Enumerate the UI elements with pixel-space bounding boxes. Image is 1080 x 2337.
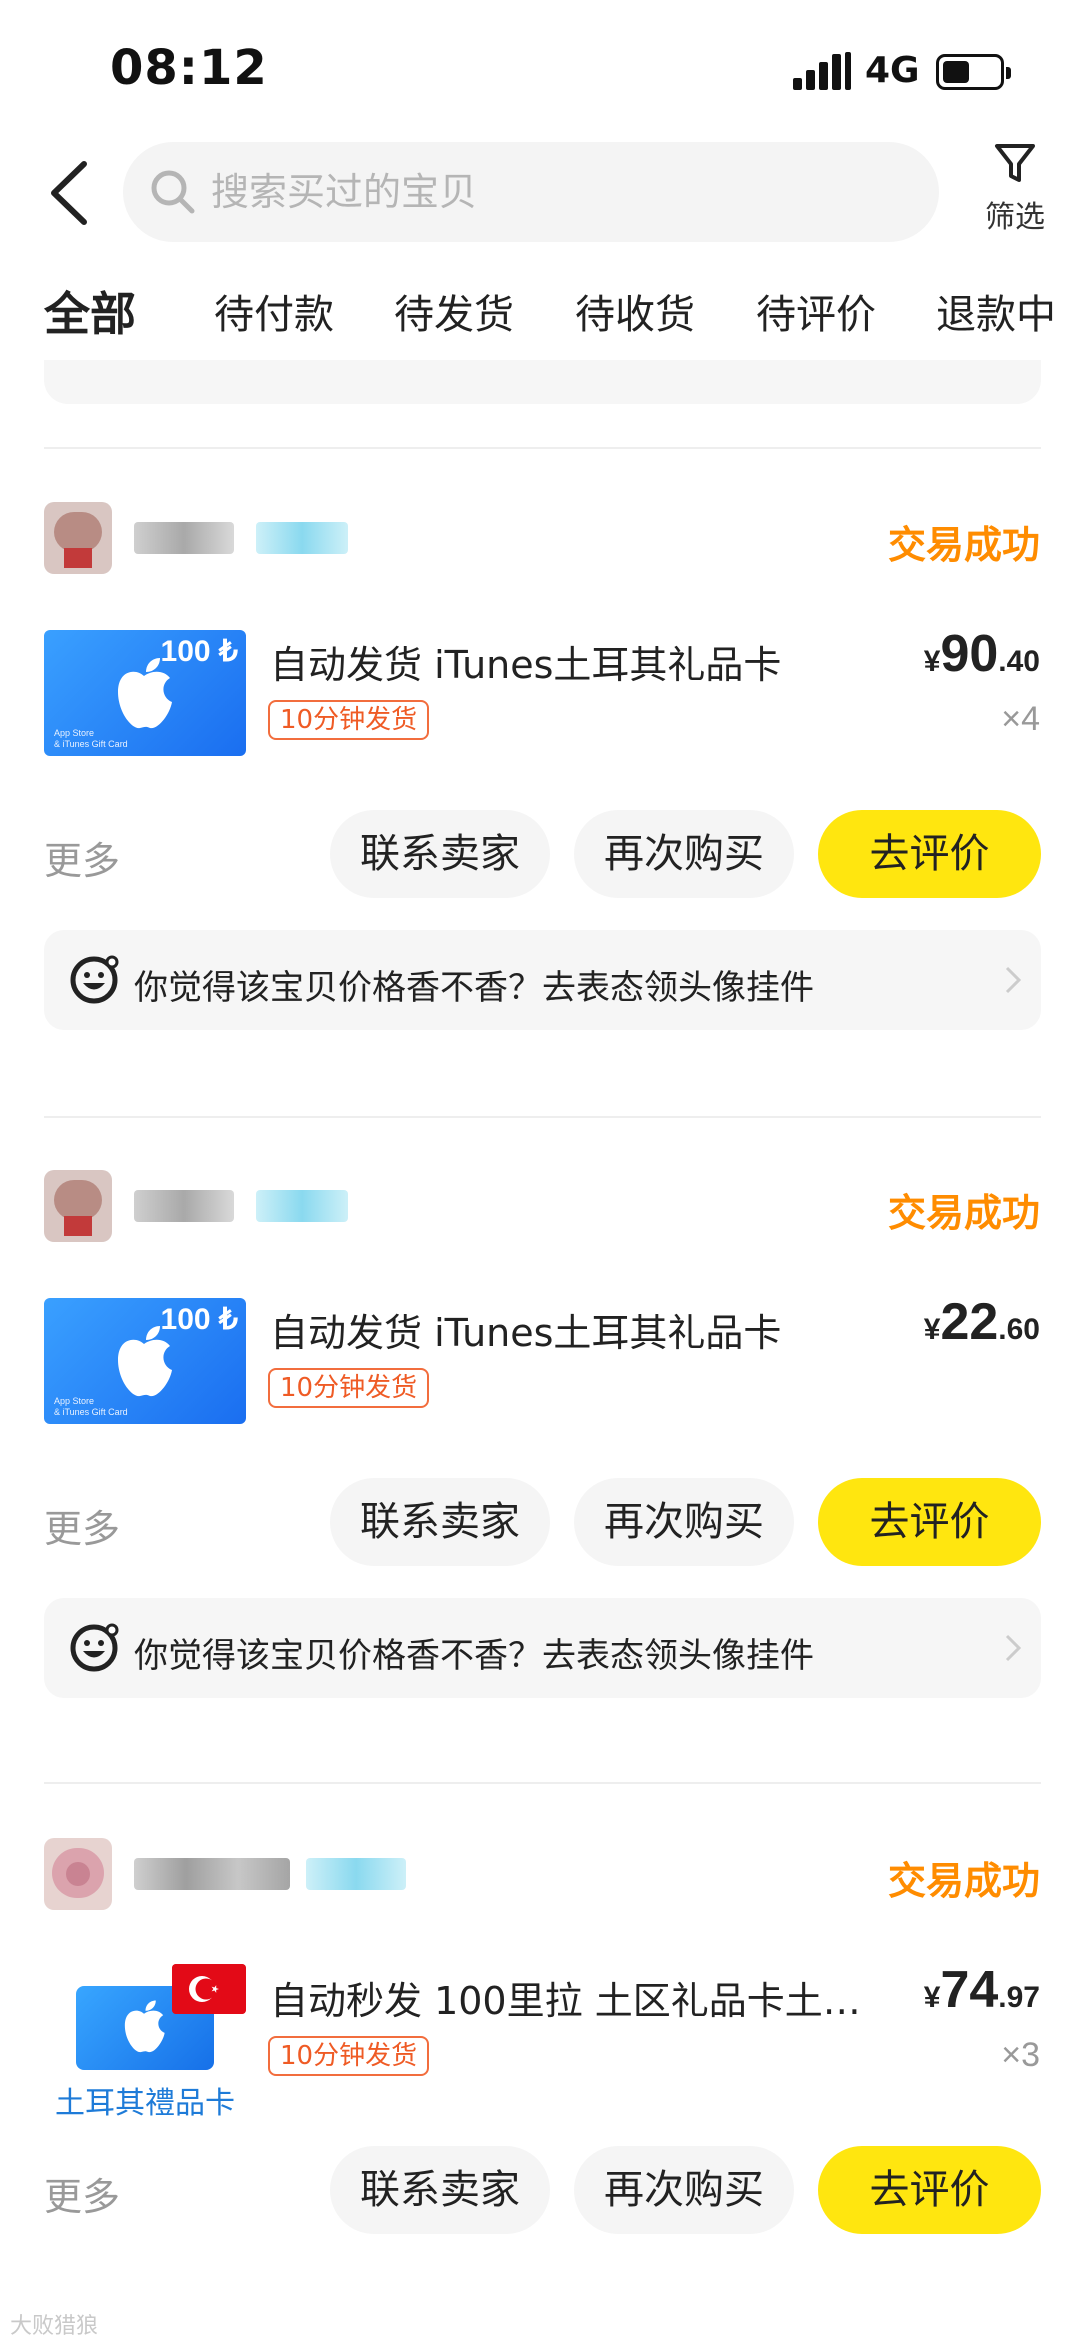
order-status: 交易成功 xyxy=(887,523,1040,567)
chevron-right-icon xyxy=(1005,1634,1022,1662)
apple-logo-icon xyxy=(118,1326,172,1397)
status-time: 08:12 xyxy=(110,40,268,96)
previous-promo-remnant xyxy=(44,360,1041,404)
buy-again-button[interactable]: 再次购买 xyxy=(574,1478,794,1566)
order-status: 交易成功 xyxy=(887,1859,1040,1903)
review-button[interactable]: 去评价 xyxy=(818,2146,1041,2234)
product-image[interactable]: 100 ₺ App Store & iTunes Gift Card xyxy=(44,1298,246,1424)
product-image[interactable]: 100 ₺ App Store & iTunes Gift Card xyxy=(44,630,246,756)
tab-pending-shipment[interactable]: 待发货 xyxy=(394,282,514,340)
contact-seller-button[interactable]: 联系卖家 xyxy=(330,2146,550,2234)
delivery-badge: 10分钟发货 xyxy=(268,1368,430,1408)
buy-again-button[interactable]: 再次购买 xyxy=(574,2146,794,2234)
network-type: 4G xyxy=(865,50,920,91)
back-arrow-icon[interactable] xyxy=(44,158,94,228)
seller-row[interactable] xyxy=(44,500,644,576)
price-opinion-promo[interactable]: 你觉得该宝贝价格香不香？去表态领头像挂件 xyxy=(44,930,1041,1030)
product-title[interactable]: 自动发货 iTunes土耳其礼品卡 xyxy=(270,634,781,689)
review-button[interactable]: 去评价 xyxy=(818,810,1041,898)
seller-avatar xyxy=(44,502,112,574)
watermark: 大败猎狼 xyxy=(10,2314,99,2337)
seller-avatar xyxy=(44,1170,112,1242)
delivery-badge: 10分钟发货 xyxy=(268,700,430,740)
review-button[interactable]: 去评价 xyxy=(818,1478,1041,1566)
seller-name-blurred xyxy=(134,522,234,554)
product-quantity: ×4 xyxy=(1001,700,1040,738)
more-button[interactable]: 更多 xyxy=(44,830,120,885)
more-button[interactable]: 更多 xyxy=(44,2166,120,2221)
apple-logo-icon xyxy=(118,658,172,729)
filter-button[interactable]: 筛选 xyxy=(975,142,1055,252)
promo-text: 你觉得该宝贝价格香不香？去表态领头像挂件 xyxy=(134,1636,814,1676)
tab-refunding[interactable]: 退款中 xyxy=(936,282,1056,340)
product-image[interactable]: 土耳其禮品卡 xyxy=(44,1956,246,2121)
filter-funnel-icon xyxy=(995,144,1035,182)
turkey-flag-icon xyxy=(172,1964,246,2014)
product-price: ¥90.40 xyxy=(923,625,1040,683)
seller-tag-blurred xyxy=(256,522,348,554)
contact-seller-button[interactable]: 联系卖家 xyxy=(330,1478,550,1566)
tab-all[interactable]: 全部 xyxy=(44,278,136,344)
seller-name-blurred xyxy=(134,1858,290,1890)
signal-icon xyxy=(793,52,851,90)
search-input[interactable] xyxy=(211,162,911,222)
more-button[interactable]: 更多 xyxy=(44,1498,120,1553)
battery-icon xyxy=(936,54,1011,90)
order-divider xyxy=(44,1782,1041,1784)
status-bar: 08:12 4G xyxy=(0,0,1080,130)
seller-name-blurred xyxy=(134,1190,234,1222)
seller-row[interactable] xyxy=(44,1836,644,1912)
contact-seller-button[interactable]: 联系卖家 xyxy=(330,810,550,898)
delivery-badge: 10分钟发货 xyxy=(268,2036,430,2076)
product-title[interactable]: 自动秒发 100里拉 土区礼品卡土… xyxy=(270,1970,861,2025)
smiley-face-icon xyxy=(70,955,119,1004)
card-caption: App Store & iTunes Gift Card xyxy=(54,728,128,749)
tab-pending-receipt[interactable]: 待收货 xyxy=(575,282,695,340)
filter-label: 筛选 xyxy=(985,200,1045,235)
search-bar[interactable] xyxy=(123,142,939,242)
order-status-tabs: 全部 待付款 待发货 待收货 待评价 退款中 xyxy=(0,270,1080,350)
order-divider xyxy=(44,447,1041,449)
price-opinion-promo[interactable]: 你觉得该宝贝价格香不香？去表态领头像挂件 xyxy=(44,1598,1041,1698)
promo-text: 你觉得该宝贝价格香不香？去表态领头像挂件 xyxy=(134,968,814,1008)
card-caption: App Store & iTunes Gift Card xyxy=(54,1396,128,1417)
order-status: 交易成功 xyxy=(887,1191,1040,1235)
product-price: ¥22.60 xyxy=(923,1293,1040,1351)
product-title[interactable]: 自动发货 iTunes土耳其礼品卡 xyxy=(270,1302,781,1357)
seller-row[interactable] xyxy=(44,1168,644,1244)
product-quantity: ×3 xyxy=(1001,2036,1040,2074)
buy-again-button[interactable]: 再次购买 xyxy=(574,810,794,898)
seller-avatar xyxy=(44,1838,112,1910)
search-icon xyxy=(151,170,195,214)
tab-pending-payment[interactable]: 待付款 xyxy=(214,282,334,340)
tab-pending-review[interactable]: 待评价 xyxy=(756,282,876,340)
product-price: ¥74.97 xyxy=(923,1961,1040,2019)
chevron-right-icon xyxy=(1005,966,1022,994)
seller-tag-blurred xyxy=(256,1190,348,1222)
card-label: 土耳其禮品卡 xyxy=(55,2086,235,2121)
seller-tag-blurred xyxy=(306,1858,406,1890)
apple-logo-icon xyxy=(124,2000,165,2053)
smiley-face-icon xyxy=(70,1623,119,1672)
order-divider xyxy=(44,1116,1041,1118)
